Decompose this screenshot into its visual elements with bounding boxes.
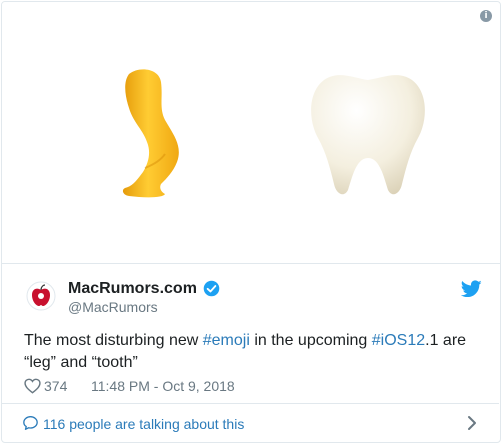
leg-emoji <box>122 69 179 198</box>
tweet-text-part: in the upcoming <box>249 332 372 349</box>
info-icon[interactable]: i <box>480 10 492 22</box>
author-handle[interactable]: @MacRumors <box>68 299 158 315</box>
author-name[interactable]: MacRumors.com <box>68 280 197 298</box>
talking-about-link[interactable]: 116 people are talking about this <box>1 404 499 442</box>
tooth-emoji <box>311 75 425 195</box>
tweet-text-part: “leg” and “tooth” <box>24 354 138 371</box>
hashtag-emoji-link[interactable]: #emoji <box>203 332 250 349</box>
avatar[interactable] <box>26 281 56 311</box>
tweet-text-part: .1 are <box>425 332 467 349</box>
chevron-right-icon[interactable] <box>467 415 477 431</box>
tweet-media[interactable]: i <box>2 2 500 264</box>
tweet-text: The most disturbing new #emoji in the up… <box>24 330 484 374</box>
verified-badge-icon <box>203 280 220 297</box>
comment-bubble-icon <box>23 416 38 430</box>
tweet-timestamp[interactable]: 11:48 PM - Oct 9, 2018 <box>91 378 235 394</box>
like-count[interactable]: 374 <box>44 378 67 394</box>
talking-about-label[interactable]: 116 people are talking about this <box>43 416 244 432</box>
embedded-tweet-card: i MacRumors.com @MacRumors The most dist… <box>1 1 501 443</box>
tweet-header: MacRumors.com @MacRumors <box>2 264 500 324</box>
tweet-text-part: The most disturbing new <box>24 332 203 349</box>
heart-icon[interactable] <box>24 378 41 394</box>
hashtag-ios12-link[interactable]: #iOS12 <box>372 332 425 349</box>
twitter-bird-icon[interactable] <box>461 280 482 298</box>
